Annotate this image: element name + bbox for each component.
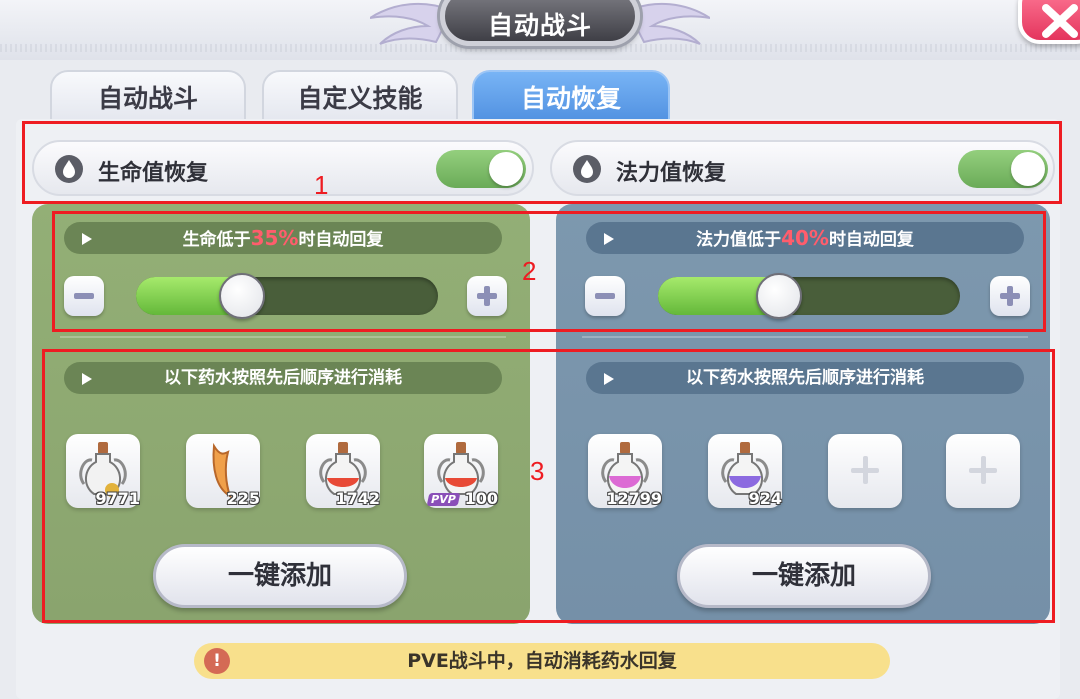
close-icon — [1042, 4, 1078, 38]
left-wing-ornament — [370, 2, 450, 45]
notice-text: PVE战斗中，自动消耗药水回复 — [407, 650, 677, 672]
annotation-box-2 — [52, 211, 1046, 332]
annotation-label-1: 1 — [314, 170, 329, 200]
annotation-label-3: 3 — [530, 456, 545, 486]
right-wing-ornament — [630, 2, 710, 45]
close-button[interactable] — [1018, 0, 1080, 44]
tab-custom-skills[interactable]: 自定义技能 — [262, 70, 458, 126]
tab-auto-recovery[interactable]: 自动恢复 — [472, 70, 670, 126]
tab-auto-battle[interactable]: 自动战斗 — [50, 70, 246, 126]
window-title: 自动战斗 — [487, 11, 592, 40]
annotation-box-1 — [22, 121, 1062, 204]
annotation-label-2: 2 — [522, 256, 537, 286]
status-notice: ! PVE战斗中，自动消耗药水回复 — [194, 643, 890, 679]
divider — [60, 336, 506, 338]
divider — [582, 336, 1028, 338]
warning-icon: ! — [204, 648, 230, 674]
annotation-box-3 — [42, 349, 1055, 623]
